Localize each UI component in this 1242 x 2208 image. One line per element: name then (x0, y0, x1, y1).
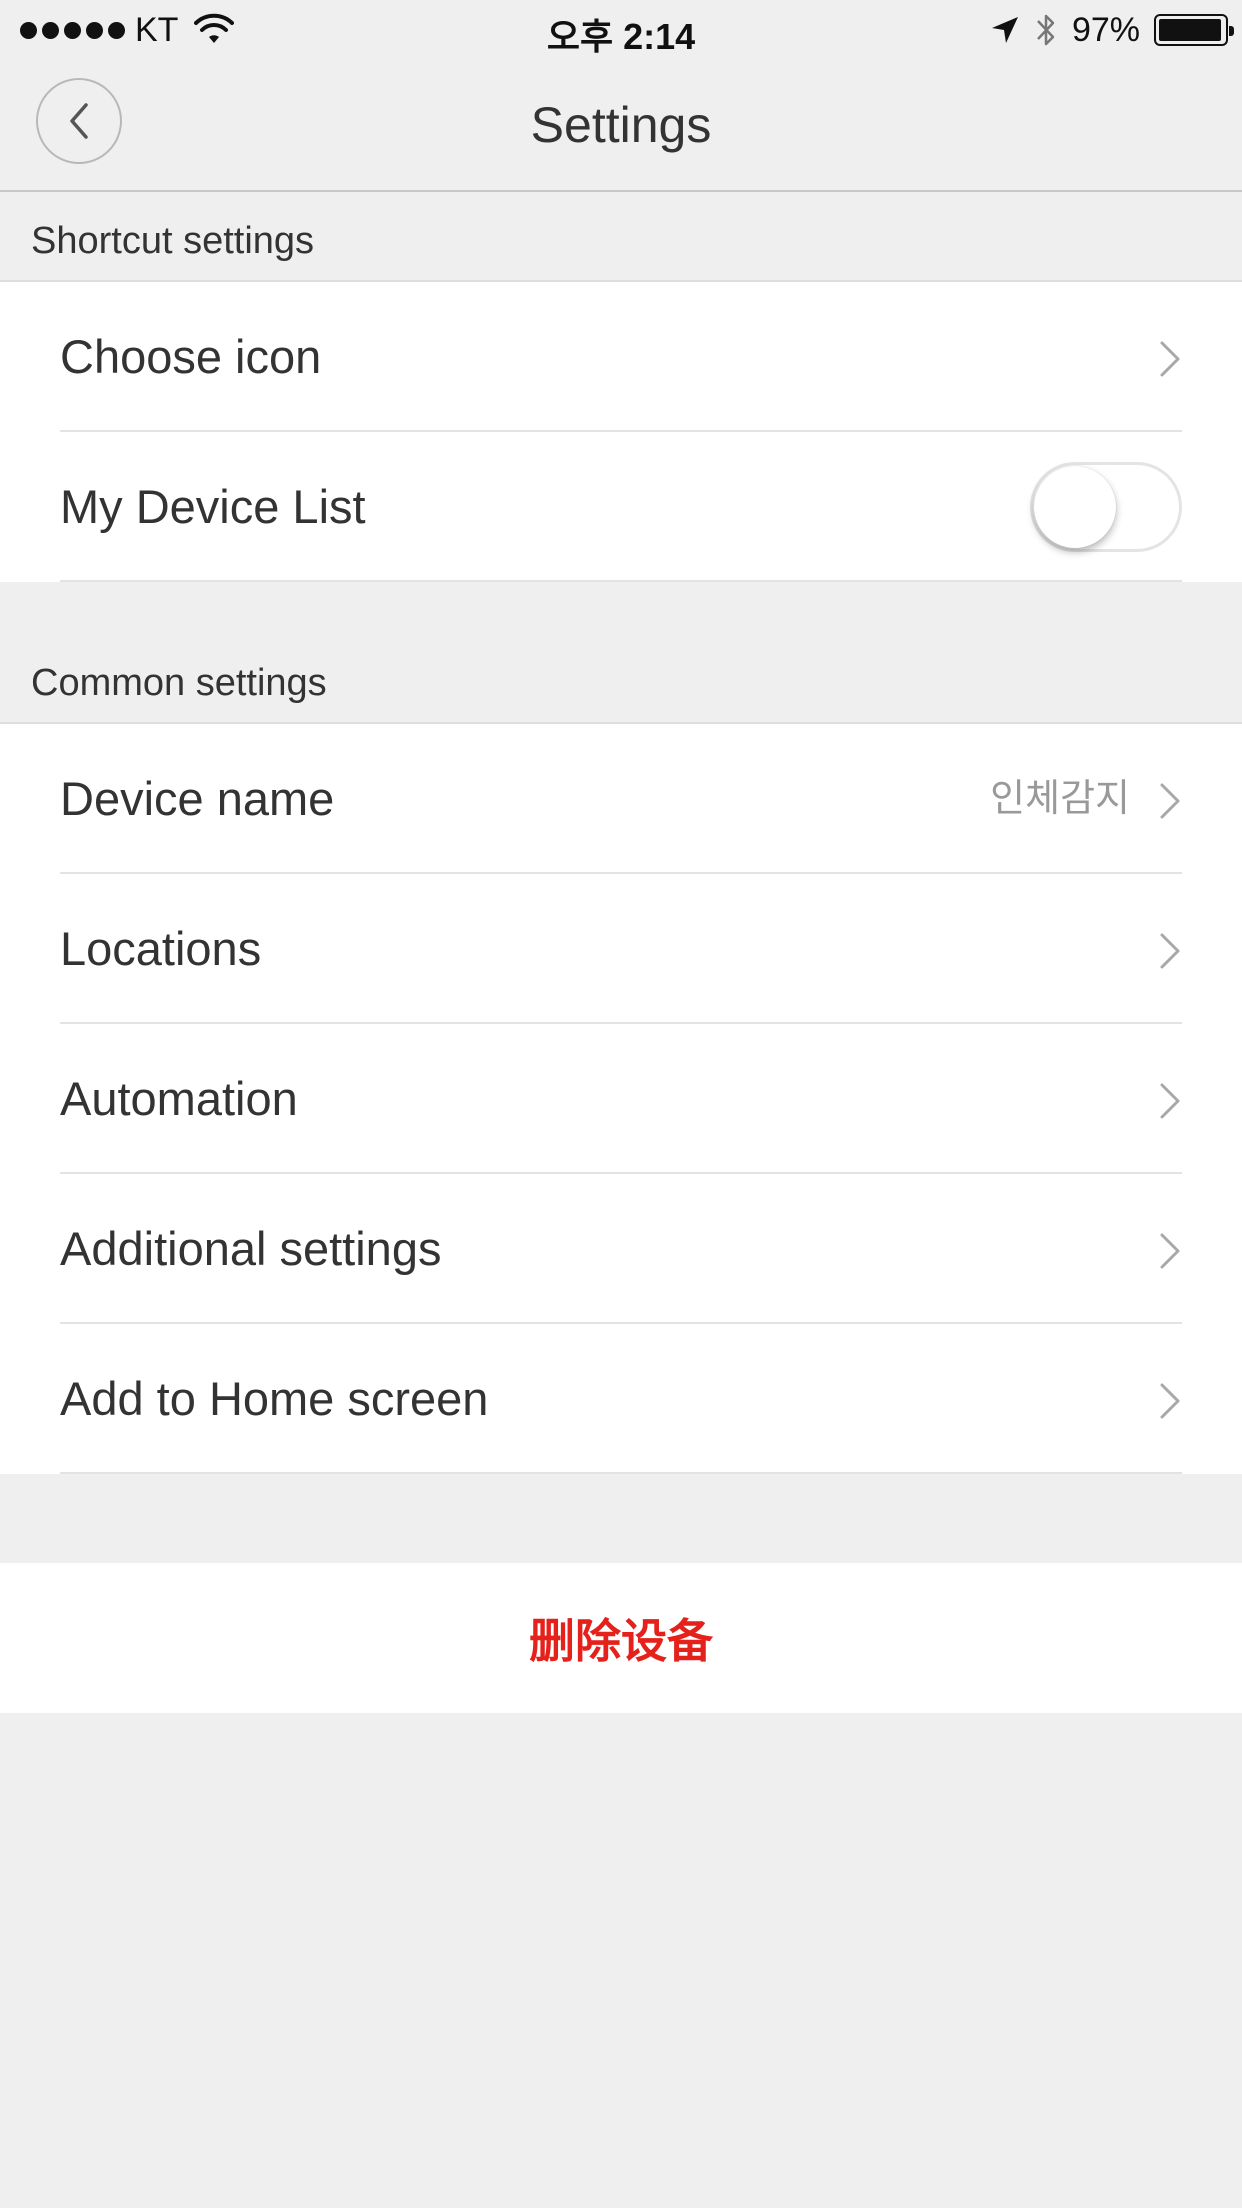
status-bar-right: 97% (990, 10, 1234, 50)
row-additional-settings[interactable]: Additional settings (0, 1174, 1242, 1324)
battery-fill (1159, 19, 1221, 41)
battery-percent: 97% (1071, 10, 1140, 49)
my-device-list-toggle[interactable] (1030, 462, 1182, 552)
toggle-knob (1034, 466, 1116, 548)
row-label: Device name (60, 772, 335, 825)
row-automation[interactable]: Automation (0, 1024, 1242, 1174)
row-add-to-home-screen[interactable]: Add to Home screen (0, 1324, 1242, 1474)
row-locations[interactable]: Locations (0, 874, 1242, 1024)
section-header-common: Common settings (31, 662, 327, 704)
bluetooth-icon (1037, 14, 1055, 46)
row-label: Automation (60, 1072, 298, 1125)
row-divider (60, 580, 1182, 582)
nav-bar: Settings (0, 60, 1242, 192)
row-choose-icon[interactable]: Choose icon (0, 282, 1242, 432)
chevron-right-icon (1160, 341, 1180, 377)
device-name-value: 인체감지 (990, 778, 1130, 820)
row-label: Add to Home screen (60, 1372, 489, 1425)
row-divider (60, 1472, 1182, 1474)
settings-page: KT 오후 2:14 97% Settings Shortcut setting… (0, 0, 1242, 2208)
section-header-shortcut: Shortcut settings (31, 220, 315, 262)
row-label: Additional settings (60, 1222, 442, 1275)
status-bar: KT 오후 2:14 97% (0, 0, 1242, 60)
chevron-right-icon (1160, 1233, 1180, 1269)
delete-device-button[interactable]: 删除设备 (0, 1563, 1242, 1713)
common-settings-group: Device name 인체감지 Locations Automation Ad… (0, 722, 1242, 1474)
chevron-right-icon (1160, 1083, 1180, 1119)
location-arrow-icon (991, 17, 1018, 43)
row-label: Locations (60, 922, 262, 975)
chevron-right-icon (1160, 1383, 1180, 1419)
row-device-name[interactable]: Device name 인체감지 (0, 724, 1242, 874)
chevron-right-icon (1160, 933, 1180, 969)
row-label: My Device List (60, 480, 366, 533)
chevron-right-icon (1160, 783, 1180, 819)
delete-device-label: 删除设备 (529, 1615, 713, 1667)
page-title: Settings (530, 97, 712, 153)
row-label: Choose icon (60, 330, 322, 383)
row-my-device-list: My Device List (0, 432, 1242, 582)
shortcut-settings-group: Choose icon My Device List (0, 280, 1242, 582)
battery-icon (1154, 14, 1234, 46)
